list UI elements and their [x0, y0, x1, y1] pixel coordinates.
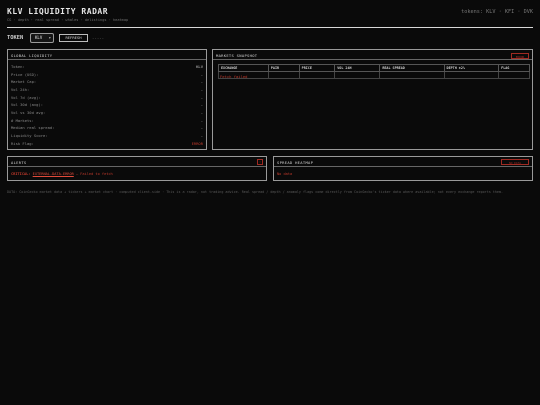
alerts-badge: ! — [257, 159, 263, 165]
token-select[interactable]: KLV ▾ — [30, 33, 54, 43]
chevron-down-icon: ▾ — [48, 35, 51, 40]
global-liquidity-panel: GLOBAL LIQUIDITY Token: KLV Price (USD): - M… — [7, 49, 207, 150]
panel-divider — [213, 59, 532, 60]
app-subtitle: CG · depth · real spread · whales · deli… — [7, 18, 129, 22]
column-header[interactable]: VOL 24H — [334, 64, 381, 72]
metric-value: - — [200, 109, 203, 115]
token-label: TOKEN — [7, 35, 24, 41]
footer-note: DATA: CoinGecko market data + tickers + … — [7, 190, 504, 194]
token-select-value: KLV — [35, 35, 43, 40]
column-header[interactable]: PAIR — [267, 64, 300, 72]
metric-label: Market Cap: — [11, 79, 37, 85]
metric-value: - — [200, 132, 203, 138]
column-header[interactable]: EXCHANGE — [218, 64, 269, 72]
metric-row: Token: KLV — [11, 64, 203, 71]
markets-snapshot-panel: MARKETS SNAPSHOT ERROR EXCHANGE PAIR PRICE… — [212, 49, 533, 150]
metric-row: Risk Flag: ERROR — [11, 141, 203, 148]
table-cell — [267, 71, 300, 79]
refresh-status: ----- — [92, 36, 105, 41]
metric-row: Market Cap: - — [11, 79, 203, 86]
alert-text: — Failed to fetch — [75, 172, 113, 176]
alerts-panel: ALERTS ! CRITICAL: EXTERNAL-DATA-ERROR —… — [7, 156, 267, 181]
metric-label: Risk Flag: — [11, 140, 34, 146]
metric-value: - — [200, 94, 203, 100]
metric-label: Price (USD): — [11, 71, 39, 77]
metric-row: Median real spread: - — [11, 125, 203, 132]
metric-value: - — [200, 71, 203, 77]
column-header[interactable]: REAL SPREAD — [379, 64, 445, 72]
alert-item: CRITICAL: EXTERNAL-DATA-ERROR — Failed t… — [11, 172, 113, 176]
tokens-readout: tokens: KLV · KFI · DVK — [461, 9, 533, 15]
table-cell — [443, 71, 500, 79]
metric-label: Vol 24h: — [11, 86, 30, 92]
metric-value: - — [200, 79, 203, 85]
panel-divider — [274, 166, 532, 167]
metric-row: Vol 24h: - — [11, 87, 203, 94]
metric-row: # Markets: - — [11, 118, 203, 125]
metric-label: Liquidity Score: — [11, 132, 48, 138]
header-divider — [7, 27, 533, 28]
column-header[interactable]: DEPTH ±2% — [443, 64, 500, 72]
metric-label: Median real spread: — [11, 125, 55, 131]
metric-label: Vol vs 30d avg: — [11, 109, 46, 115]
metric-row: Vol vs 30d avg: - — [11, 110, 203, 117]
metric-value: - — [200, 117, 203, 123]
panel-divider — [8, 59, 206, 60]
alert-code-link[interactable]: EXTERNAL-DATA-ERROR — [33, 172, 74, 176]
refresh-button[interactable]: REFRESH — [59, 34, 88, 42]
markets-table: EXCHANGE PAIR PRICE VOL 24H REAL SPREAD DEPTH… — [218, 64, 530, 79]
metric-value: - — [200, 125, 203, 131]
metric-value: KLV — [196, 64, 203, 69]
markets-snapshot-title: MARKETS SNAPSHOT — [216, 53, 258, 58]
metric-label: # Markets: — [11, 117, 34, 123]
heatmap-empty-message: No data — [277, 172, 293, 176]
metric-label: Vol 30d (avg): — [11, 102, 44, 108]
metric-value: ERROR — [191, 140, 203, 146]
metric-value: - — [200, 86, 203, 92]
heatmap-badge: NO DATA — [501, 159, 529, 165]
table-cell — [334, 71, 381, 79]
table-cell — [298, 71, 336, 79]
column-header[interactable]: PRICE — [298, 64, 336, 72]
markets-error-message: Fetch failed — [220, 74, 248, 79]
metric-row: Price (USD): - — [11, 72, 203, 79]
spread-heatmap-panel: SPREAD HEATMAP NO DATA No data — [273, 156, 533, 181]
column-header[interactable]: FLAG — [498, 64, 530, 72]
global-liquidity-title: GLOBAL LIQUIDITY — [11, 53, 53, 58]
app-title: KLV LIQUIDITY RADAR — [7, 7, 109, 16]
metric-label: Token: — [11, 64, 25, 69]
spread-heatmap-title: SPREAD HEATMAP — [277, 160, 314, 165]
metric-row: Vol 7d (avg): - — [11, 95, 203, 102]
metric-row: Liquidity Score: - — [11, 133, 203, 140]
alert-level: CRITICAL: — [11, 172, 31, 176]
alerts-title: ALERTS — [11, 160, 27, 165]
table-cell — [379, 71, 445, 79]
metric-row: Vol 30d (avg): - — [11, 102, 203, 109]
metric-label: Vol 7d (avg): — [11, 94, 41, 100]
metric-value: - — [200, 102, 203, 108]
table-cell — [498, 71, 530, 79]
panel-divider — [8, 166, 266, 167]
